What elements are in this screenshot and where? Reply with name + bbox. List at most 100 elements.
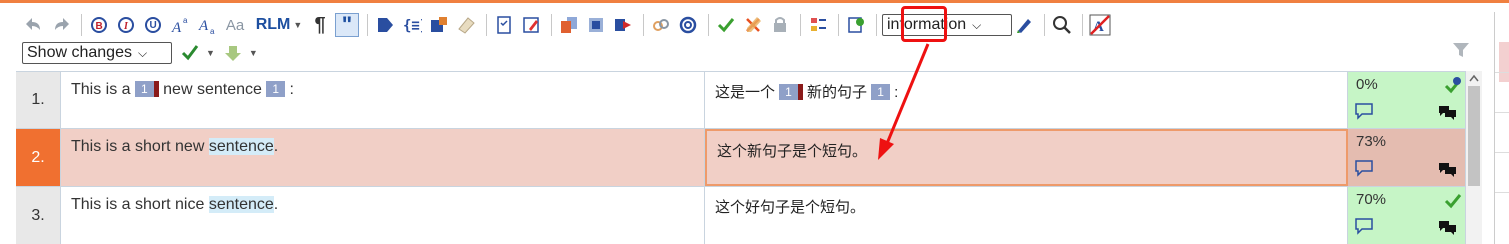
svg-text:A: A [171, 20, 182, 35]
add-comment-icon[interactable] [844, 13, 868, 37]
match-percent: 0% [1356, 76, 1378, 93]
smart-quotes-icon[interactable]: " [335, 13, 359, 37]
concordance-icon[interactable] [557, 13, 581, 37]
table-row[interactable]: 2. This is a short new sentence. 这个新句子是个… [16, 129, 1466, 187]
table-row[interactable]: 3. This is a short nice sentence. 这个好句子是… [16, 187, 1466, 244]
superscript-icon[interactable]: Aa [168, 13, 192, 37]
side-panel-edge [1494, 12, 1509, 244]
match-percent: 73% [1356, 133, 1387, 150]
change-case-icon[interactable]: Aa [222, 13, 248, 37]
main-toolbar: B I U Aa Aa Aa RLM ▼ ¶ " {≡} [22, 10, 1482, 40]
term-highlight[interactable]: sentence [208, 138, 274, 155]
accept-change-icon[interactable] [178, 41, 202, 65]
discussion-icon[interactable] [1438, 161, 1458, 179]
toolbar-separator [81, 14, 82, 36]
source-text: This is a [71, 81, 136, 98]
confirmed-plus-icon [1444, 77, 1462, 94]
side-panel-divider [1495, 112, 1509, 113]
tag-open[interactable]: 1 [779, 84, 803, 100]
link-icon[interactable] [649, 13, 673, 37]
clear-formatting-icon[interactable]: A [1088, 13, 1112, 37]
sync-icon[interactable] [676, 13, 700, 37]
target-text: : [894, 84, 899, 101]
segment-number[interactable]: 3. [16, 187, 61, 244]
chevron-down-icon: ⌵ [137, 45, 148, 60]
toolbar-separator [367, 14, 368, 36]
next-change-icon[interactable] [221, 41, 245, 65]
toolbar-separator [1044, 14, 1045, 36]
target-text: 这个新句子是个短句。 [717, 143, 868, 160]
target-text: 这个好句子是个短句。 [715, 199, 866, 216]
window-top-accent [0, 0, 1509, 3]
bold-icon[interactable]: B [87, 13, 111, 37]
split-segment-icon[interactable] [611, 13, 635, 37]
segment-number[interactable]: 2. [16, 129, 61, 186]
source-text: : [289, 81, 294, 98]
reject-icon[interactable] [741, 13, 765, 37]
edit-segment-icon[interactable] [519, 13, 543, 37]
eraser-icon[interactable] [454, 13, 478, 37]
source-cell[interactable]: This is a short new sentence. [61, 129, 705, 186]
search-icon[interactable] [1050, 13, 1074, 37]
target-text: 新的句子 [807, 84, 868, 101]
target-text: 这是一个 [715, 84, 780, 101]
toolbar-separator [876, 14, 877, 36]
insert-placeholder-icon[interactable]: {≡} [400, 13, 424, 37]
discussion-icon[interactable] [1438, 104, 1458, 122]
highlighter-icon[interactable] [1012, 13, 1036, 37]
chevron-down-icon: ▼ [293, 20, 303, 30]
filter-icon[interactable] [1452, 42, 1470, 61]
quote-glyph: " [341, 12, 353, 37]
show-changes-value: Show changes [27, 44, 132, 61]
table-row[interactable]: 1. This is a 1 new sentence 1 : 这是一个 1 新… [16, 71, 1466, 129]
subscript-icon[interactable]: Aa [195, 13, 219, 37]
rlm-label: RLM [255, 16, 291, 33]
underline-icon[interactable]: U [141, 13, 165, 37]
insert-tag-icon[interactable] [373, 13, 397, 37]
source-cell[interactable]: This is a short nice sentence. [61, 187, 705, 244]
svg-text:B: B [96, 21, 103, 32]
comment-icon[interactable] [1354, 217, 1374, 235]
view-toolbar: Show changes ⌵ ▼ ▼ [22, 40, 1482, 66]
lock-segment-icon[interactable] [768, 13, 792, 37]
tag-close[interactable]: 1 [871, 84, 890, 100]
discussion-icon[interactable] [1438, 219, 1458, 237]
tag-close[interactable]: 1 [266, 81, 286, 97]
comment-icon[interactable] [1354, 159, 1374, 177]
annotation-highlight-box [901, 6, 947, 42]
change-case-label: Aa [225, 16, 245, 34]
chevron-down-icon: ⌵ [972, 17, 982, 32]
tag-open[interactable]: 1 [135, 81, 159, 97]
formatting-marks-icon[interactable]: ¶ [308, 13, 332, 37]
filter-list-icon[interactable] [806, 13, 830, 37]
comment-icon[interactable] [1354, 102, 1374, 120]
checklist-icon[interactable] [492, 13, 516, 37]
status-cell[interactable]: 0% [1348, 72, 1466, 128]
segment-number[interactable]: 1. [16, 72, 61, 128]
source-cell[interactable]: This is a 1 new sentence 1 : [61, 72, 705, 128]
chevron-down-icon[interactable]: ▼ [249, 48, 258, 58]
rlm-button[interactable]: RLM ▼ [251, 13, 305, 37]
target-editor[interactable]: 这个新句子是个短句。 [705, 129, 1348, 186]
target-cell[interactable]: 这个好句子是个短句。 [705, 187, 1348, 244]
undo-icon[interactable] [22, 13, 46, 37]
scrollbar-thumb[interactable] [1468, 86, 1480, 186]
confirm-check-icon[interactable] [714, 13, 738, 37]
toolbar-separator [486, 14, 487, 36]
term-highlight[interactable]: sentence [208, 196, 274, 213]
target-cell[interactable]: 这是一个 1 新的句子 1 : [705, 72, 1348, 128]
scroll-up-icon[interactable] [1469, 74, 1479, 82]
side-panel-divider [1495, 192, 1509, 193]
svg-text:a: a [210, 27, 215, 35]
redo-icon[interactable] [49, 13, 73, 37]
copy-tags-icon[interactable] [427, 13, 451, 37]
toolbar-separator [551, 14, 552, 36]
merge-segments-icon[interactable] [584, 13, 608, 37]
toolbar-separator [1082, 14, 1083, 36]
italic-icon[interactable]: I [114, 13, 138, 37]
status-cell[interactable]: 73% [1348, 129, 1466, 186]
toolbar-separator [643, 14, 644, 36]
show-changes-select[interactable]: Show changes ⌵ [22, 42, 172, 64]
chevron-down-icon[interactable]: ▼ [206, 48, 215, 58]
status-cell[interactable]: 70% [1348, 187, 1466, 244]
